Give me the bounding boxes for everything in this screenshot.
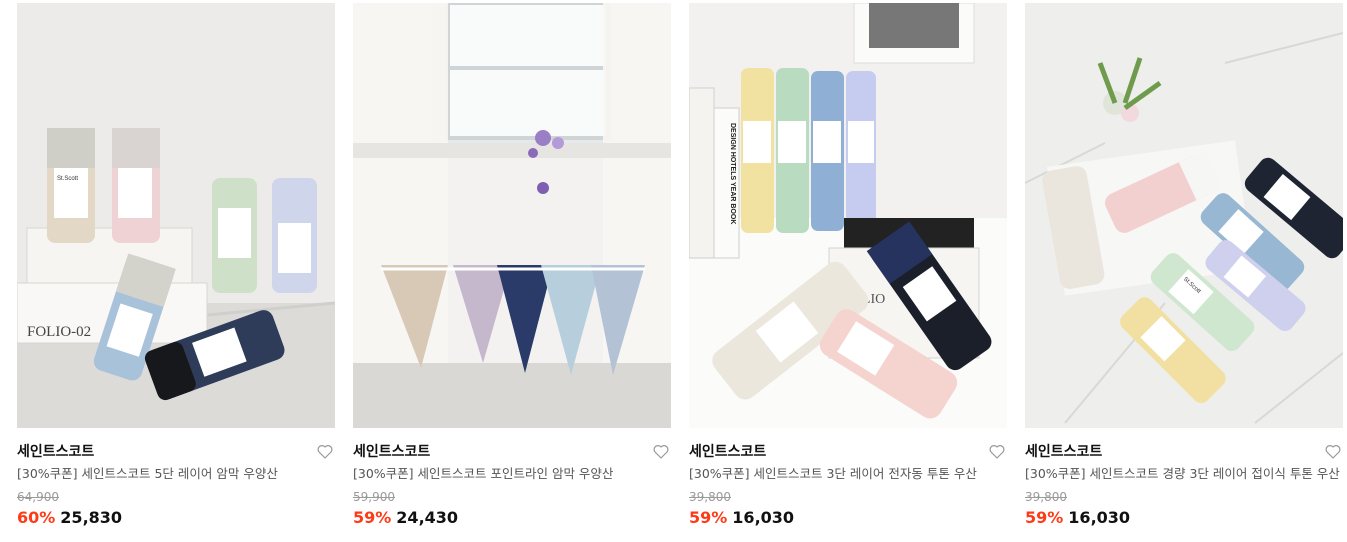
book-title: FOLIO-02 bbox=[27, 324, 91, 340]
discount-rate: 59% bbox=[1025, 508, 1064, 527]
tag-label: St.Scott bbox=[57, 176, 78, 182]
sale-price: 16,030 bbox=[1068, 508, 1131, 527]
product-card[interactable]: FOLIO-02 St.Scott 세인트스코트 [30%쿠폰] 세인트스코트 … bbox=[17, 3, 335, 528]
brand-row: 세인트스코트 bbox=[689, 442, 1007, 462]
product-title[interactable]: [30%쿠폰] 세인트스코트 3단 레이어 전자동 투톤 우산 bbox=[689, 465, 1007, 482]
brand-row: 세인트스코트 bbox=[17, 442, 335, 462]
brand-name[interactable]: 세인트스코트 bbox=[689, 442, 1007, 462]
product-title[interactable]: [30%쿠폰] 세인트스코트 경량 3단 레이어 접이식 투톤 우산 bbox=[1025, 465, 1343, 482]
original-price: 64,900 bbox=[17, 490, 59, 504]
sale-price: 24,430 bbox=[396, 508, 459, 527]
product-title[interactable]: [30%쿠폰] 세인트스코트 포인트라인 암막 우양산 bbox=[353, 465, 671, 482]
heart-outline-icon[interactable] bbox=[653, 444, 669, 459]
product-image[interactable]: FOLIO-02 St.Scott bbox=[17, 3, 335, 428]
product-grid: FOLIO-02 St.Scott 세인트스코트 [30%쿠폰] 세인트스코트 … bbox=[0, 0, 1347, 542]
sale-price: 16,030 bbox=[732, 508, 795, 527]
discount-rate: 59% bbox=[689, 508, 728, 527]
product-card[interactable]: St.Scott 세인트스코트 [30%쿠폰] 세인트스코트 경량 3단 레이어… bbox=[1025, 3, 1343, 528]
product-image[interactable]: DESIGN HOTELS YEAR BOOK FOLIO bbox=[689, 3, 1007, 428]
heart-outline-icon[interactable] bbox=[317, 444, 333, 459]
sale-price: 25,830 bbox=[60, 508, 123, 527]
discount-rate: 60% bbox=[17, 508, 56, 527]
brand-name[interactable]: 세인트스코트 bbox=[353, 442, 671, 462]
price-row: 59% 24,430 bbox=[353, 508, 671, 528]
product-image[interactable]: St.Scott bbox=[1025, 3, 1343, 428]
price-row: 59% 16,030 bbox=[689, 508, 1007, 528]
product-card[interactable]: DESIGN HOTELS YEAR BOOK FOLIO bbox=[689, 3, 1007, 528]
brand-name[interactable]: 세인트스코트 bbox=[1025, 442, 1343, 462]
original-price: 59,900 bbox=[353, 490, 395, 504]
discount-rate: 59% bbox=[353, 508, 392, 527]
product-card[interactable]: 세인트스코트 [30%쿠폰] 세인트스코트 포인트라인 암막 우양산 59,90… bbox=[353, 3, 671, 528]
product-image[interactable] bbox=[353, 3, 671, 428]
heart-outline-icon[interactable] bbox=[989, 444, 1005, 459]
heart-outline-icon[interactable] bbox=[1325, 444, 1341, 459]
original-price: 39,800 bbox=[1025, 490, 1067, 504]
book-spine: DESIGN HOTELS YEAR BOOK bbox=[729, 123, 736, 224]
original-price: 39,800 bbox=[689, 490, 731, 504]
brand-row: 세인트스코트 bbox=[353, 442, 671, 462]
product-title[interactable]: [30%쿠폰] 세인트스코트 5단 레이어 암막 우양산 bbox=[17, 465, 335, 482]
price-row: 59% 16,030 bbox=[1025, 508, 1343, 528]
brand-name[interactable]: 세인트스코트 bbox=[17, 442, 335, 462]
price-row: 60% 25,830 bbox=[17, 508, 335, 528]
brand-row: 세인트스코트 bbox=[1025, 442, 1343, 462]
